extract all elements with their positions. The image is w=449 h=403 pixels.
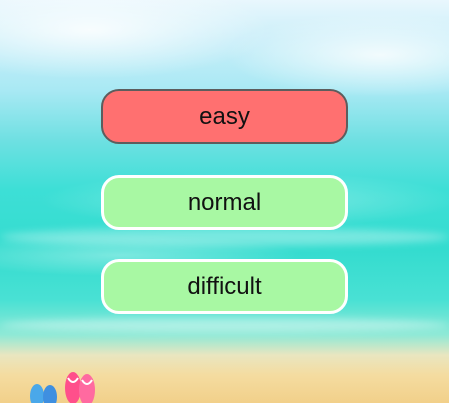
flip-flops-icon: [30, 372, 95, 403]
difficult-button[interactable]: difficult: [101, 259, 348, 314]
difficult-button-label: difficult: [187, 272, 262, 300]
normal-button-label: normal: [187, 188, 262, 216]
easy-button[interactable]: easy: [101, 89, 348, 144]
easy-button-label: easy: [199, 102, 250, 130]
normal-button[interactable]: normal: [101, 175, 348, 230]
